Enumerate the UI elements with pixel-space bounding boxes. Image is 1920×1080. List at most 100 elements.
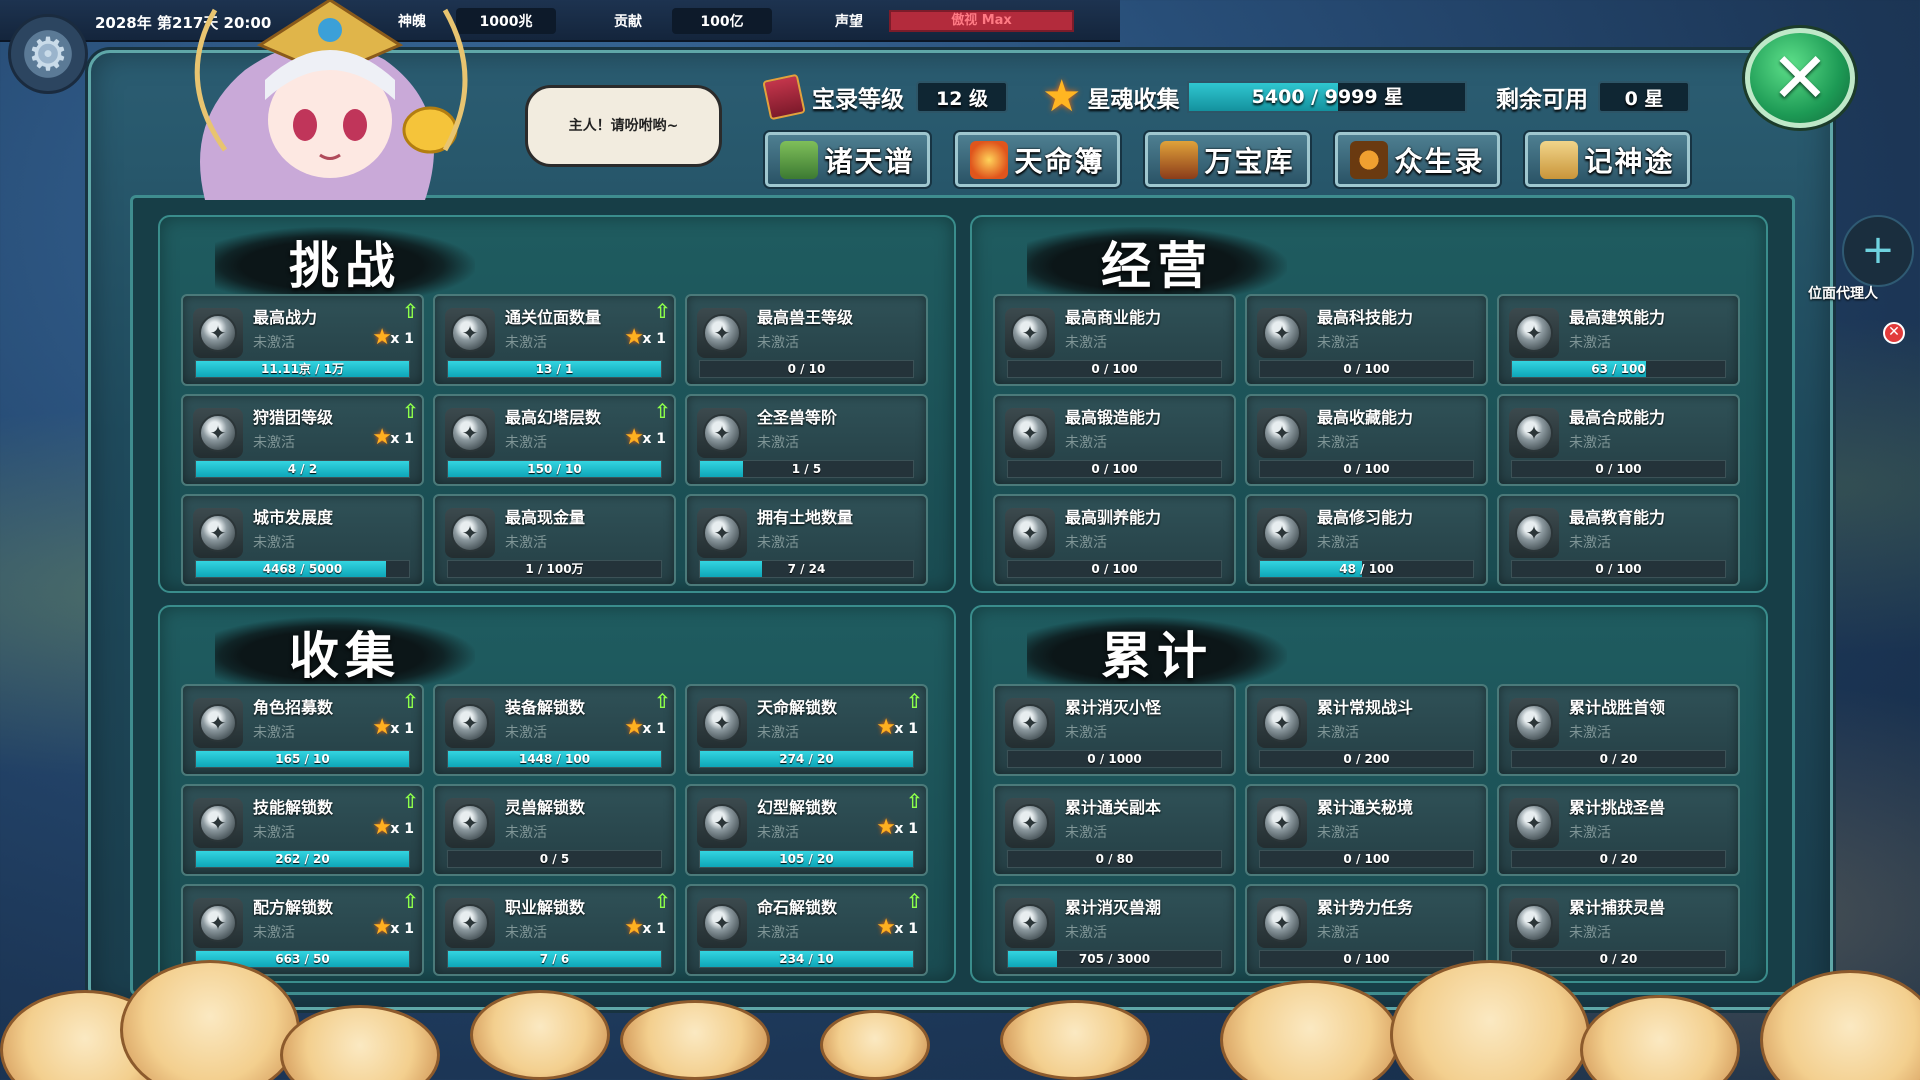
achievement-status: 未激活 xyxy=(1065,725,1107,741)
remove-badge-icon[interactable]: ✕ xyxy=(1883,322,1905,344)
cloud-swirl xyxy=(1390,960,1590,1080)
progress-value: 0 / 20 xyxy=(1599,752,1638,766)
achievement-name: 最高科技能力 xyxy=(1317,308,1414,327)
medal-icon: ✦ xyxy=(1005,898,1055,948)
upgrade-arrow-icon: ⇧ xyxy=(402,789,419,813)
achievement-card[interactable]: ✦ 累计挑战圣兽 未激活 0 / 20 xyxy=(1497,784,1740,876)
achievement-card[interactable]: ✦ 技能解锁数 未激活 ⇧ ★ x 1 262 / 20 xyxy=(181,784,424,876)
achievement-card[interactable]: ✦ 灵兽解锁数 未激活 0 / 5 xyxy=(433,784,676,876)
achievement-card[interactable]: ✦ 全圣兽等阶 未激活 1 / 5 xyxy=(685,394,928,486)
achievement-card[interactable]: ✦ 最高幻塔层数 未激活 ⇧ ★ x 1 150 / 10 xyxy=(433,394,676,486)
medal-icon: ✦ xyxy=(1509,408,1559,458)
star-reward-count: x 1 xyxy=(390,331,414,347)
progress-value: 0 / 5 xyxy=(539,852,570,866)
achievement-progress: 105 / 20 xyxy=(699,850,914,868)
achievement-status: 未激活 xyxy=(253,725,295,741)
achievement-card[interactable]: ✦ 最高战力 未激活 ⇧ ★ x 1 11.11京 / 1万 xyxy=(181,294,424,386)
achievement-card[interactable]: ✦ 累计战胜首领 未激活 0 / 20 xyxy=(1497,684,1740,776)
progress-value: 0 / 10 xyxy=(787,362,826,376)
tab-zhutianpu[interactable]: 诸天谱 xyxy=(765,132,930,187)
treasure-chest-icon xyxy=(1160,140,1199,179)
achievement-card[interactable]: ✦ 最高锻造能力 未激活 0 / 100 xyxy=(993,394,1236,486)
achievement-card[interactable]: ✦ 城市发展度 未激活 4468 / 5000 xyxy=(181,494,424,586)
achievement-status: 未激活 xyxy=(505,335,547,351)
section-2: 收集 ✦ 角色招募数 未激活 ⇧ ★ x 1 165 / 10 ✦ 装备解锁数 未激活 ⇧ ★ x 1 14… xyxy=(158,605,956,983)
close-button[interactable]: ✕ xyxy=(1745,28,1855,128)
achievement-status: 未激活 xyxy=(1065,825,1107,841)
achievement-status: 未激活 xyxy=(757,725,799,741)
section-title: 累计 xyxy=(1027,617,1287,687)
medal-icon: ✦ xyxy=(1005,798,1055,848)
settings-gear-icon[interactable]: ⚙ xyxy=(8,14,88,94)
achievement-progress: 274 / 20 xyxy=(699,750,914,768)
medal-icon: ✦ xyxy=(445,408,495,458)
achievement-name: 配方解锁数 xyxy=(253,898,334,917)
achievement-card[interactable]: ✦ 最高修习能力 未激活 48 / 100 xyxy=(1245,494,1488,586)
upgrade-arrow-icon: ⇧ xyxy=(654,299,671,323)
tab-wanbaoku[interactable]: 万宝库 xyxy=(1145,132,1310,187)
achievement-card[interactable]: ✦ 累计通关副本 未激活 0 / 80 xyxy=(993,784,1236,876)
progress-value: 0 / 100 xyxy=(1091,462,1138,476)
upgrade-arrow-icon: ⇧ xyxy=(654,689,671,713)
achievement-card[interactable]: ✦ 狩猎团等级 未激活 ⇧ ★ x 1 4 / 2 xyxy=(181,394,424,486)
achievement-card[interactable]: ✦ 最高兽王等级 未激活 0 / 10 xyxy=(685,294,928,386)
achievement-name: 通关位面数量 xyxy=(505,308,602,327)
star-reward-count: x 1 xyxy=(894,821,918,837)
achievement-progress: 150 / 10 xyxy=(447,460,662,478)
achievement-name: 狩猎团等级 xyxy=(253,408,334,427)
tab-zhongshenglu[interactable]: 众生录 xyxy=(1335,132,1500,187)
achievement-progress: 0 / 100 xyxy=(1259,360,1474,378)
achievement-card[interactable]: ✦ 最高现金量 未激活 1 / 100万 xyxy=(433,494,676,586)
progress-value: 0 / 100 xyxy=(1343,852,1390,866)
achievement-card[interactable]: ✦ 拥有土地数量 未激活 7 / 24 xyxy=(685,494,928,586)
progress-value: 105 / 20 xyxy=(779,852,834,866)
achievement-status: 未激活 xyxy=(1317,925,1359,941)
progress-value: 0 / 80 xyxy=(1095,852,1134,866)
achievement-card[interactable]: ✦ 最高合成能力 未激活 0 / 100 xyxy=(1497,394,1740,486)
achievement-card[interactable]: ✦ 装备解锁数 未激活 ⇧ ★ x 1 1448 / 100 xyxy=(433,684,676,776)
add-agent-button[interactable]: + xyxy=(1842,215,1914,287)
achievement-card[interactable]: ✦ 最高商业能力 未激活 0 / 100 xyxy=(993,294,1236,386)
achievement-card[interactable]: ✦ 最高收藏能力 未激活 0 / 100 xyxy=(1245,394,1488,486)
achievement-status: 未激活 xyxy=(253,925,295,941)
stat-value: 100亿 xyxy=(672,8,772,34)
progress-value: 4 / 2 xyxy=(287,462,318,476)
progress-value: 165 / 10 xyxy=(275,752,330,766)
achievement-name: 累计常规战斗 xyxy=(1317,698,1414,717)
remaining-value: 0 星 xyxy=(1598,81,1690,113)
achievement-card[interactable]: ✦ 幻型解锁数 未激活 ⇧ ★ x 1 105 / 20 xyxy=(685,784,928,876)
codex-level: 宝录等级 12 级 xyxy=(762,73,1008,121)
achievement-name: 累计战胜首领 xyxy=(1569,698,1666,717)
achievement-card[interactable]: ✦ 最高科技能力 未激活 0 / 100 xyxy=(1245,294,1488,386)
medal-icon: ✦ xyxy=(1005,698,1055,748)
progress-value: 4468 / 5000 xyxy=(262,562,343,576)
achievement-name: 累计通关秘境 xyxy=(1317,798,1414,817)
achievement-card[interactable]: ✦ 最高建筑能力 未激活 63 / 100 xyxy=(1497,294,1740,386)
star-reward-icon: ★ xyxy=(876,715,896,740)
star-reward-count: x 1 xyxy=(642,331,666,347)
achievement-card[interactable]: ✦ 累计消灭小怪 未激活 0 / 1000 xyxy=(993,684,1236,776)
progress-value: 262 / 20 xyxy=(275,852,330,866)
mountain-icon xyxy=(780,140,819,179)
achievement-progress: 1 / 100万 xyxy=(447,560,662,578)
achievement-card[interactable]: ✦ 累计通关秘境 未激活 0 / 100 xyxy=(1245,784,1488,876)
progress-value: 1 / 5 xyxy=(791,462,822,476)
achievement-card[interactable]: ✦ 最高教育能力 未激活 0 / 100 xyxy=(1497,494,1740,586)
star-reward-icon: ★ xyxy=(624,325,644,350)
upgrade-arrow-icon: ⇧ xyxy=(906,789,923,813)
tab-jishentu[interactable]: 记神途 xyxy=(1525,132,1690,187)
achievement-progress: 7 / 24 xyxy=(699,560,914,578)
achievement-name: 装备解锁数 xyxy=(505,698,586,717)
achievement-card[interactable]: ✦ 天命解锁数 未激活 ⇧ ★ x 1 274 / 20 xyxy=(685,684,928,776)
achievement-card[interactable]: ✦ 通关位面数量 未激活 ⇧ ★ x 1 13 / 1 xyxy=(433,294,676,386)
achievement-card[interactable]: ✦ 累计常规战斗 未激活 0 / 200 xyxy=(1245,684,1488,776)
tab-label: 万宝库 xyxy=(1204,144,1295,178)
achievement-progress: 0 / 100 xyxy=(1511,460,1726,478)
achievement-card[interactable]: ✦ 最高驯养能力 未激活 0 / 100 xyxy=(993,494,1236,586)
medal-icon: ✦ xyxy=(1257,798,1307,848)
tab-tianmingbu[interactable]: 天命簿 xyxy=(955,132,1120,187)
stat-contribution: 贡献 100亿 xyxy=(614,8,772,34)
achievement-status: 未激活 xyxy=(757,825,799,841)
achievement-card[interactable]: ✦ 角色招募数 未激活 ⇧ ★ x 1 165 / 10 xyxy=(181,684,424,776)
star-reward-count: x 1 xyxy=(894,921,918,937)
